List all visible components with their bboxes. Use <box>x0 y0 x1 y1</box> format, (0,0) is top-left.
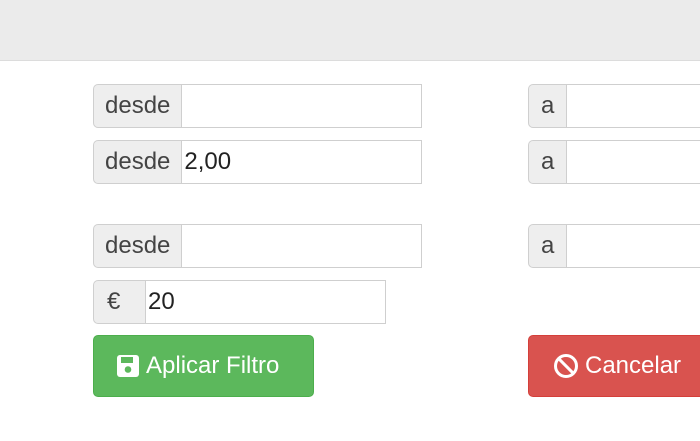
ban-icon <box>553 353 579 379</box>
filter-row3-from-group: desde <box>93 224 423 268</box>
apply-filter-button[interactable]: Aplicar Filtro <box>93 335 314 397</box>
filter-row2-to-label: a <box>528 140 567 184</box>
filter-row1-from-input[interactable] <box>181 84 423 128</box>
filter-row3-to-input[interactable] <box>566 224 700 268</box>
filter-row2-to-input[interactable] <box>566 140 700 184</box>
filter-row2-from-input[interactable] <box>181 140 423 184</box>
currency-euro-label: € <box>93 280 145 324</box>
price-input[interactable] <box>145 280 386 324</box>
filter-row2-to-group: a <box>528 140 700 184</box>
top-bar <box>0 0 700 61</box>
save-icon <box>116 354 140 378</box>
filter-row3-from-input[interactable] <box>181 224 423 268</box>
filter-row3-to-label: a <box>528 224 567 268</box>
apply-filter-label: Aplicar Filtro <box>146 352 280 379</box>
filter-row3-to-group: a <box>528 224 700 268</box>
filter-row1-to-label: a <box>528 84 567 128</box>
filter-row1-to-input[interactable] <box>566 84 700 128</box>
filter-row2-from-group: desde <box>93 140 423 184</box>
filter-row1-from-label: desde <box>93 84 182 128</box>
price-group: € <box>93 280 386 324</box>
filter-row3-from-label: desde <box>93 224 182 268</box>
cancel-label: Cancelar <box>585 352 682 379</box>
cancel-button[interactable]: Cancelar <box>528 335 700 397</box>
filter-row2-from-label: desde <box>93 140 182 184</box>
filter-row1-from-group: desde <box>93 84 423 128</box>
filter-row1-to-group: a <box>528 84 700 128</box>
